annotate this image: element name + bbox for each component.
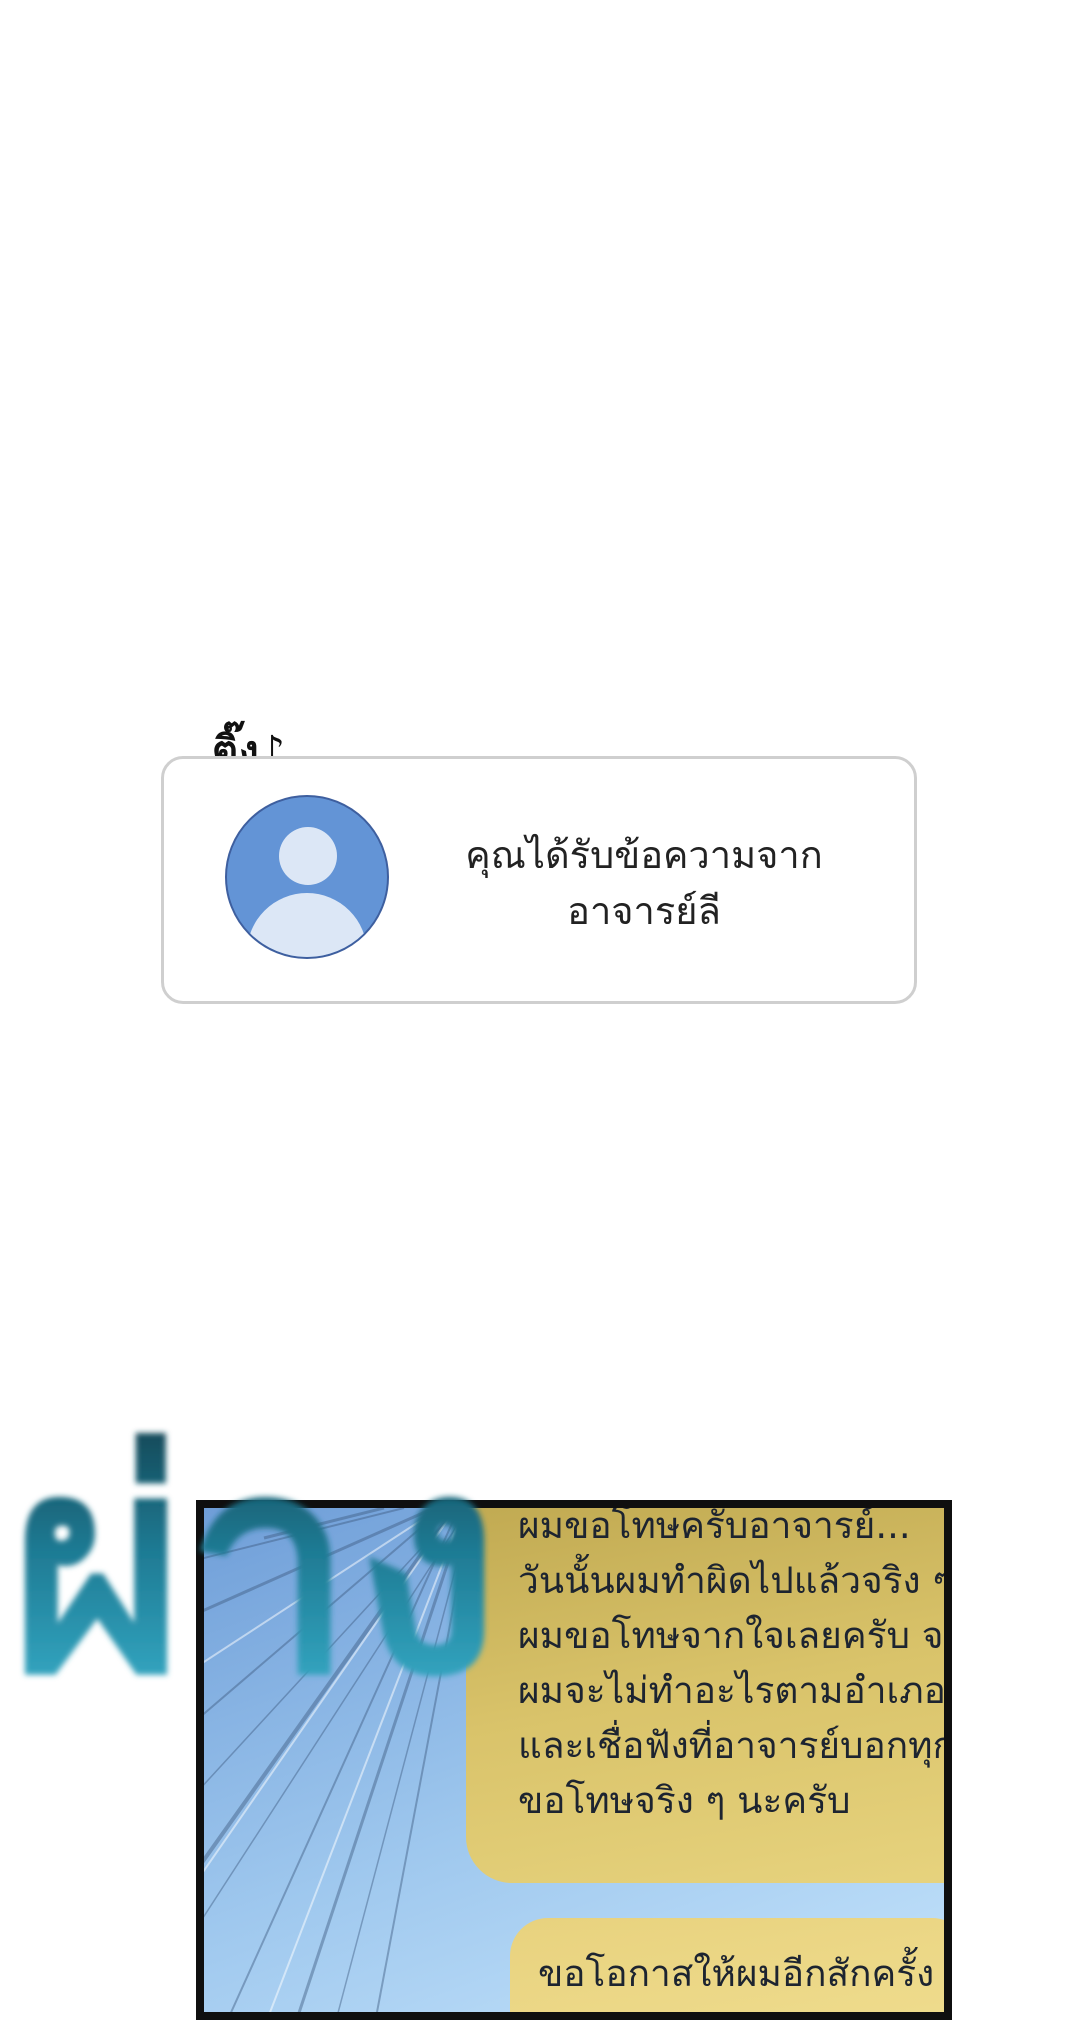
message-line: ขอโอกาสให้ผมอีกสักครั้ง	[538, 1952, 935, 1995]
message-line: และเชื่อฟังที่อาจารย์บอกทุก	[518, 1724, 952, 1767]
notification-line-2: อาจารย์ลี	[567, 889, 721, 933]
message-line: วันนั้นผมทำผิดไปแล้วจริง ๆ	[518, 1559, 952, 1602]
message-line: ผมขอโทษจากใจเลยครับ จา	[518, 1614, 952, 1657]
message-notification-card[interactable]: คุณได้รับข้อความจาก อาจารย์ลี	[161, 756, 917, 1004]
message-line: ผมจะไม่ทำอะไรตามอำเภอใ	[518, 1669, 952, 1712]
avatar-head	[279, 827, 337, 885]
notification-text: คุณได้รับข้อความจาก อาจารย์ลี	[424, 827, 864, 939]
chat-bubble-1: ผมขอโทษครับอาจารย์... วันนั้นผมทำผิดไปแล…	[466, 1504, 952, 1883]
chat-bubble-1-text: ผมขอโทษครับอาจารย์... วันนั้นผมทำผิดไปแล…	[518, 1504, 952, 1828]
notification-line-1: คุณได้รับข้อความจาก	[465, 833, 823, 877]
chat-bubble-2-text: ขอโอกาสให้ผมอีกสักครั้ง	[538, 1946, 944, 2001]
avatar-body	[247, 893, 367, 957]
sound-effect-big: ผ่าง	[10, 1392, 490, 1740]
message-line: ผมขอโทษครับอาจารย์...	[518, 1504, 911, 1547]
chat-bubble-2: ขอโอกาสให้ผมอีกสักครั้ง	[510, 1918, 944, 2012]
avatar-icon	[225, 795, 389, 959]
message-line: ขอโทษจริง ๆ นะครับ	[518, 1779, 851, 1822]
sound-effect-big-text: ผ่าง	[10, 1392, 490, 1740]
